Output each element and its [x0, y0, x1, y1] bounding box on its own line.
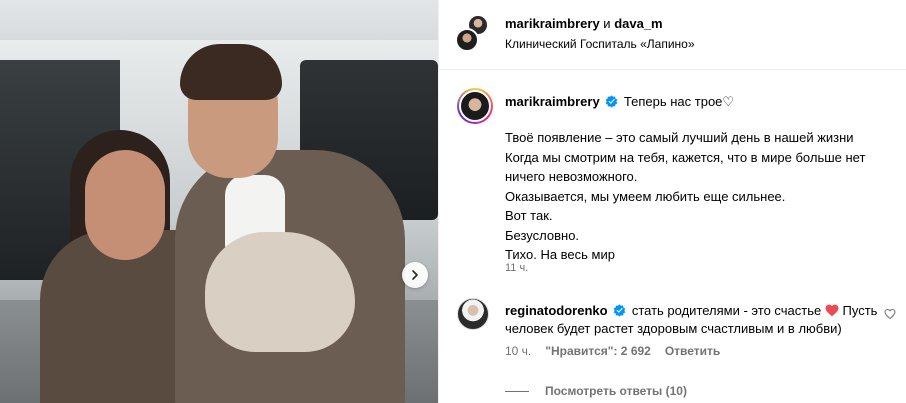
- caption-line: Безусловно.: [505, 227, 580, 243]
- collab-avatars[interactable]: [455, 14, 489, 52]
- caption-body: Твоё появление – это самый лучший день в…: [505, 128, 895, 265]
- photo-baby-blanket: [205, 232, 355, 352]
- verified-badge-icon: [613, 304, 626, 317]
- caption-line: Тихо. На весь мир: [505, 247, 615, 262]
- reply-button[interactable]: Ответить: [665, 344, 720, 358]
- caption-line: ничего невозможного.: [505, 169, 638, 184]
- photo-man-hair: [180, 44, 282, 100]
- comment-text-part1: стать родителями - это счастье: [631, 303, 822, 318]
- conjunction: и: [603, 16, 611, 31]
- comment-timestamp[interactable]: 10 ч.: [505, 344, 531, 358]
- post-header: marikraimbrery и dava_m Клинический Госп…: [439, 0, 906, 70]
- caption-line: Твоё появление – это самый лучший день в…: [505, 130, 854, 145]
- verified-badge-icon: [605, 95, 618, 108]
- comment-avatar[interactable]: [457, 298, 489, 330]
- caption-line: Когда мы смотрим на тебя, кажется, что в…: [505, 149, 866, 165]
- caption-username[interactable]: marikraimbrery: [505, 94, 600, 109]
- caption-line: Вот так.: [505, 208, 553, 223]
- photo-woman-face: [85, 150, 165, 260]
- caption-headline: Теперь нас трое♡: [623, 94, 735, 109]
- collab-usernames: marikraimbrery и dava_m: [505, 16, 663, 31]
- username-link-2[interactable]: dava_m: [614, 16, 662, 31]
- comment-meta: 10 ч. "Нравится": 2 692 Ответить: [505, 344, 720, 358]
- caption-avatar-image: [459, 90, 491, 122]
- heart-icon: [825, 304, 839, 317]
- caption-line: Оказывается, мы умеем любить еще сильнее…: [505, 188, 786, 204]
- next-photo-button[interactable]: [402, 262, 428, 288]
- chevron-right-icon: [412, 270, 418, 280]
- view-replies-label: Посмотреть ответы (10): [545, 384, 687, 398]
- username-link-1[interactable]: marikraimbrery: [505, 16, 600, 31]
- post-details-panel: marikraimbrery и dava_m Клинический Госп…: [438, 0, 906, 403]
- caption-header: marikraimbrery Теперь нас трое♡: [505, 94, 734, 110]
- comment-text: reginatodorenko стать родителями - это с…: [505, 302, 900, 338]
- location-link[interactable]: Клинический Госпиталь «Лапино»: [505, 37, 695, 51]
- post-photo[interactable]: [0, 0, 438, 403]
- replies-divider: [505, 390, 529, 392]
- comment-likes[interactable]: "Нравится": 2 692: [545, 344, 651, 358]
- avatar-marikraimbrery[interactable]: [455, 28, 479, 52]
- caption-avatar[interactable]: [457, 88, 493, 124]
- caption-timestamp[interactable]: 11 ч.: [505, 262, 528, 274]
- comment-like-icon[interactable]: [884, 308, 896, 320]
- comment-username[interactable]: reginatodorenko: [505, 303, 608, 318]
- view-replies-button[interactable]: Посмотреть ответы (10): [505, 384, 687, 398]
